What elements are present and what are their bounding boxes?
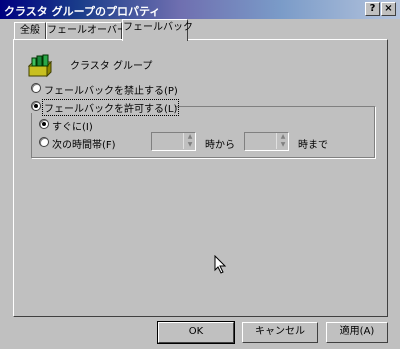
immediately-radio[interactable]: [39, 119, 49, 129]
spin-up-icon[interactable]: ▲: [276, 133, 289, 141]
title-bar: クラスタ グループのプロパティ ? ×: [0, 0, 400, 19]
spin-down-icon[interactable]: ▼: [276, 141, 289, 149]
window-title: クラスタ グループのプロパティ: [4, 5, 161, 18]
between-hours-radio[interactable]: [39, 137, 49, 147]
spin-down-icon[interactable]: ▼: [183, 141, 196, 149]
mouse-cursor-icon: [214, 255, 227, 274]
prevent-failback-label[interactable]: フェールバックを禁止する(P): [44, 82, 178, 97]
cluster-group-icon: [28, 54, 53, 78]
allow-failback-label[interactable]: フェールバックを許可する(L): [41, 99, 180, 116]
ok-button[interactable]: OK: [157, 321, 235, 344]
allow-failback-radio[interactable]: [31, 101, 41, 111]
between-hours-label[interactable]: 次の時間帯(F): [52, 136, 116, 151]
group-name: クラスタ グループ: [70, 61, 153, 72]
from-hour-label: 時から: [205, 140, 235, 151]
to-hour-stepper[interactable]: ▲ ▼: [244, 132, 289, 151]
spin-up-icon[interactable]: ▲: [183, 133, 196, 141]
to-hour-label: 時まで: [298, 140, 328, 151]
help-button[interactable]: ?: [365, 2, 380, 16]
apply-button[interactable]: 適用(A): [326, 322, 388, 343]
tab-failback[interactable]: フェールバック: [122, 19, 193, 41]
close-button[interactable]: ×: [381, 2, 396, 16]
from-hour-stepper[interactable]: ▲ ▼: [151, 132, 196, 151]
cancel-button[interactable]: キャンセル: [242, 322, 318, 343]
tab-general[interactable]: 全般: [14, 22, 46, 40]
prevent-failback-radio[interactable]: [31, 83, 41, 93]
tab-panel: [13, 39, 388, 317]
immediately-label[interactable]: すぐに(I): [52, 118, 93, 133]
tab-failover[interactable]: フェールオーバー: [46, 22, 127, 40]
